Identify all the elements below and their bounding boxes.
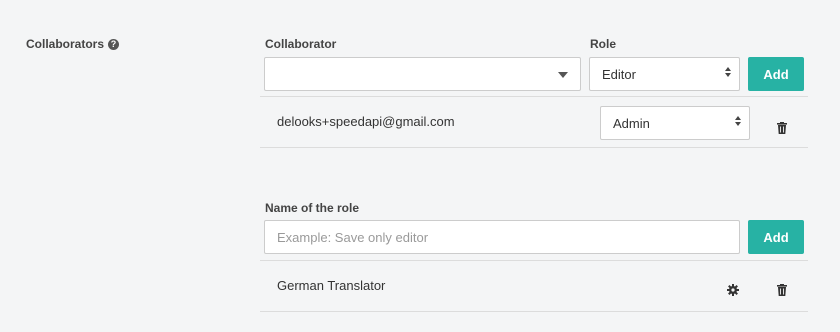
role-name-placeholder: Example: Save only editor xyxy=(277,229,429,245)
collaborator-field-label: Collaborator xyxy=(265,37,337,51)
collaborator-row: delooks+speedapi@gmail.com Admin xyxy=(260,96,808,148)
add-collaborator-button[interactable]: Add xyxy=(748,57,804,91)
role-name: German Translator xyxy=(277,278,386,293)
trash-icon[interactable] xyxy=(777,284,787,296)
collaborators-title: Collaborators xyxy=(26,37,105,51)
add-role-button[interactable]: Add xyxy=(748,220,804,254)
collaborators-section-label: Collaborators ? xyxy=(26,37,120,51)
chevron-down-icon xyxy=(558,72,568,78)
role-select[interactable]: Editor xyxy=(589,57,740,91)
question-circle-icon[interactable]: ? xyxy=(108,38,120,50)
role-name-field-label: Name of the role xyxy=(265,201,360,215)
select-arrows-icon xyxy=(735,116,741,126)
collaborator-role-value: Admin xyxy=(613,115,650,131)
role-field-label: Role xyxy=(590,37,617,51)
collaborator-role-select[interactable]: Admin xyxy=(600,106,750,140)
select-arrows-icon xyxy=(725,67,731,77)
trash-icon[interactable] xyxy=(777,122,787,134)
role-select-value: Editor xyxy=(602,66,636,82)
role-name-input[interactable]: Example: Save only editor xyxy=(264,220,740,254)
collaborator-select[interactable] xyxy=(264,57,581,91)
collaborator-email: delooks+speedapi@gmail.com xyxy=(277,114,455,129)
role-row: German Translator xyxy=(260,260,808,312)
gear-icon[interactable] xyxy=(727,284,739,296)
